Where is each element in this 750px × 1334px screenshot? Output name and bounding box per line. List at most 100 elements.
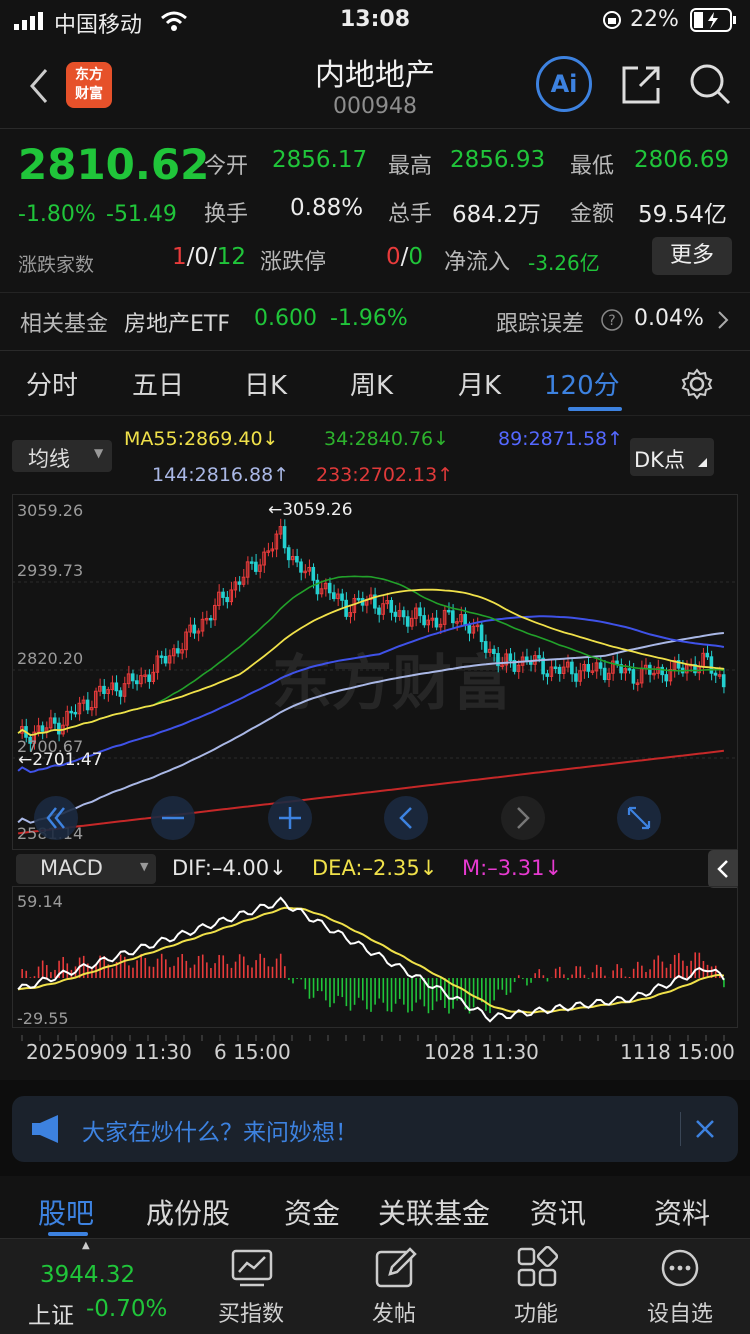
- open-label: 今开: [204, 154, 249, 179]
- wifi-icon: [161, 11, 187, 31]
- carrier: 中国移动: [54, 13, 143, 38]
- candle-body: [356, 597, 361, 601]
- nav-buy-index[interactable]: 买指数: [196, 1296, 306, 1328]
- candle-body: [295, 556, 299, 563]
- nav-settings[interactable]: 设自选: [625, 1296, 735, 1328]
- amount-label: 金额: [570, 202, 615, 227]
- candle-body: [508, 653, 513, 662]
- tab-guba[interactable]: 股吧: [38, 1192, 94, 1232]
- ma-selector[interactable]: 均线 ▼: [12, 440, 112, 472]
- max-marker: ←3059.26: [268, 500, 353, 520]
- ma89-value: 89:2871.58↑: [498, 428, 624, 450]
- search-icon[interactable]: [688, 62, 732, 106]
- macd-selector-label: MACD: [40, 856, 103, 880]
- candle-body: [418, 607, 422, 617]
- flat-count: 0: [194, 244, 210, 270]
- help-icon[interactable]: ?: [600, 308, 624, 332]
- scroll-start-button[interactable]: [34, 796, 78, 840]
- candle-body: [401, 610, 406, 618]
- index-value[interactable]: 3944.32: [40, 1262, 135, 1288]
- candle-body: [467, 624, 472, 634]
- banner-text: 大家在炒什么？来问妙想！: [82, 1120, 358, 1146]
- nav-post[interactable]: 发帖: [339, 1296, 449, 1328]
- x-label-2: 1028 11:30: [424, 1040, 539, 1064]
- post-icon[interactable]: [374, 1246, 418, 1288]
- tab-120min[interactable]: 120分: [544, 365, 620, 402]
- tab-related-funds[interactable]: 关联基金: [378, 1192, 490, 1232]
- index-name[interactable]: 上证: [28, 1296, 74, 1330]
- function-icon[interactable]: [516, 1246, 558, 1288]
- index-pct[interactable]: -0.70%: [86, 1296, 167, 1322]
- close-icon[interactable]: [694, 1118, 716, 1140]
- ask-banner[interactable]: 大家在炒什么？来问妙想！: [12, 1096, 738, 1162]
- macd-chart[interactable]: 59.14 -29.55: [12, 886, 738, 1028]
- candle-body: [405, 616, 410, 627]
- scroll-right-button[interactable]: [501, 796, 545, 840]
- candle-body: [344, 599, 348, 617]
- divider: [0, 292, 750, 293]
- candle-body: [451, 610, 455, 624]
- volume-label: 总手: [388, 202, 433, 227]
- candle-body: [545, 673, 550, 677]
- candle-body: [114, 682, 119, 692]
- tab-news[interactable]: 资讯: [530, 1192, 586, 1232]
- candle-body: [377, 607, 381, 615]
- candle-body: [249, 561, 254, 564]
- candle-body: [492, 648, 496, 655]
- macd-selector[interactable]: MACD ▼: [16, 854, 156, 884]
- tab-five-day[interactable]: 五日: [132, 365, 184, 402]
- status-bar: 中国移动 13:08 22%: [0, 0, 750, 42]
- signal-icon: [14, 12, 43, 30]
- fullscreen-button[interactable]: [617, 796, 661, 840]
- tab-monthly-k[interactable]: 月K: [458, 365, 501, 402]
- watermark: 东方财富: [272, 649, 512, 719]
- candle-body: [225, 596, 229, 603]
- candle-body: [557, 666, 562, 674]
- battery-icon: [690, 8, 736, 32]
- kline-chart[interactable]: 东方财富 3059.26 2939.73 2820.20 2700.67 258…: [12, 494, 738, 850]
- buy-index-icon[interactable]: [230, 1248, 274, 1288]
- nav-function[interactable]: 功能: [481, 1296, 591, 1328]
- limit-up-count: 0: [386, 244, 401, 270]
- dropdown-icon: ▼: [94, 446, 104, 460]
- ma-selector-label: 均线: [28, 447, 70, 471]
- tab-funds[interactable]: 资金: [284, 1192, 340, 1232]
- tab-weekly-k[interactable]: 周K: [350, 365, 393, 402]
- active-tab-indicator: [48, 1232, 88, 1236]
- netflow-label: 净流入: [444, 250, 511, 275]
- open-value: 2856.17: [272, 147, 368, 173]
- candle-body: [327, 582, 332, 594]
- collapse-panel-button[interactable]: [708, 850, 738, 888]
- candle-body: [709, 656, 714, 674]
- period-tabs: 分时 五日 日K 周K 月K 120分: [0, 350, 750, 416]
- more-icon[interactable]: [660, 1248, 700, 1288]
- ai-button[interactable]: Ai: [536, 56, 592, 112]
- gear-icon[interactable]: [680, 367, 714, 401]
- tab-profile[interactable]: 资料: [654, 1192, 710, 1232]
- candle-body: [553, 666, 558, 669]
- current-price: 2810.62: [18, 140, 210, 189]
- share-icon[interactable]: [620, 64, 662, 106]
- active-tab-indicator: [568, 407, 622, 411]
- candle-body: [221, 591, 225, 598]
- fund-name[interactable]: 房地产ETF: [124, 306, 230, 338]
- netflow-value: -3.26亿: [528, 251, 600, 275]
- candle-body: [340, 593, 344, 601]
- candle-body: [586, 663, 591, 672]
- chevron-right-icon[interactable]: [716, 310, 730, 330]
- dk-label: DK点: [634, 448, 685, 472]
- more-button[interactable]: 更多: [652, 237, 732, 275]
- up-count: 1: [172, 244, 187, 270]
- zoom-in-button[interactable]: [268, 796, 312, 840]
- candle-body: [102, 685, 106, 694]
- m-value: M:–3.31↓: [462, 856, 563, 880]
- ma144-value: 144:2816.88↑: [152, 464, 290, 486]
- tab-intraday[interactable]: 分时: [26, 365, 78, 402]
- candle-body: [282, 526, 287, 549]
- candle-body: [422, 615, 426, 626]
- zoom-out-button[interactable]: [151, 796, 195, 840]
- tab-daily-k[interactable]: 日K: [244, 365, 287, 402]
- tab-constituents[interactable]: 成份股: [146, 1192, 230, 1232]
- dk-point-button[interactable]: DK点: [630, 438, 714, 476]
- scroll-left-button[interactable]: [384, 796, 428, 840]
